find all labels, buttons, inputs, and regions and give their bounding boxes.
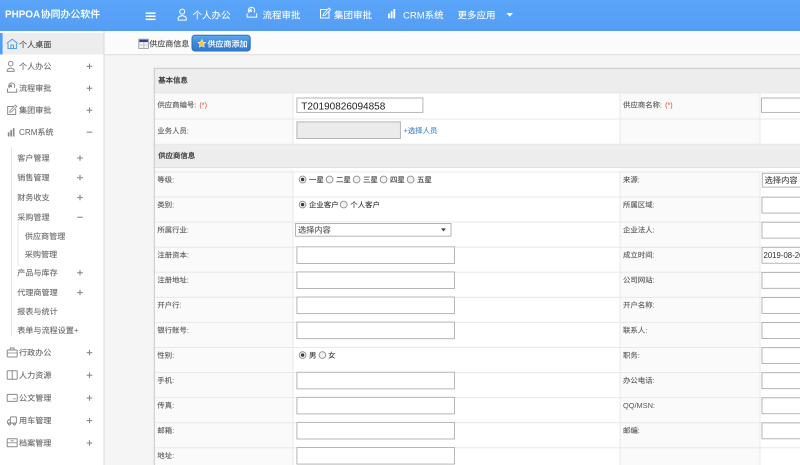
svg-text::: : [187,276,189,285]
svg-text::: : [660,101,662,110]
svg-text::: : [172,351,174,360]
svg-text:CRM: CRM [403,11,425,22]
svg-text:+: + [404,126,408,135]
svg-text::: : [172,175,174,184]
svg-text::: : [172,200,174,209]
svg-text::: : [187,226,189,235]
svg-text::: : [187,126,189,135]
svg-text::: : [653,301,655,310]
svg-text::: : [638,175,640,184]
svg-text::: : [187,251,189,260]
svg-text::: : [187,326,189,335]
svg-text:(*): (*) [665,101,673,110]
svg-text::: : [653,200,655,209]
svg-text:CRM: CRM [19,128,38,137]
svg-text:PHPOA: PHPOA [5,10,40,21]
svg-text::: : [172,401,174,410]
svg-text::: : [653,226,655,235]
svg-text:QQ/MSN:: QQ/MSN: [623,401,655,410]
svg-text:+: + [74,326,79,335]
svg-text::: : [653,276,655,285]
svg-text:2019-08-26: 2019-08-26 [764,251,800,260]
svg-text::: : [172,451,174,460]
svg-text::: : [653,251,655,260]
svg-text::: : [194,101,196,110]
svg-text:T20190826094858: T20190826094858 [301,101,385,112]
svg-text::: : [645,326,647,335]
svg-text::: : [172,376,174,385]
svg-text:(*): (*) [199,101,207,110]
svg-text::: : [638,351,640,360]
svg-text::: : [180,301,182,310]
svg-text::: : [172,426,174,435]
svg-text::: : [653,376,655,385]
svg-text::: : [638,426,640,435]
